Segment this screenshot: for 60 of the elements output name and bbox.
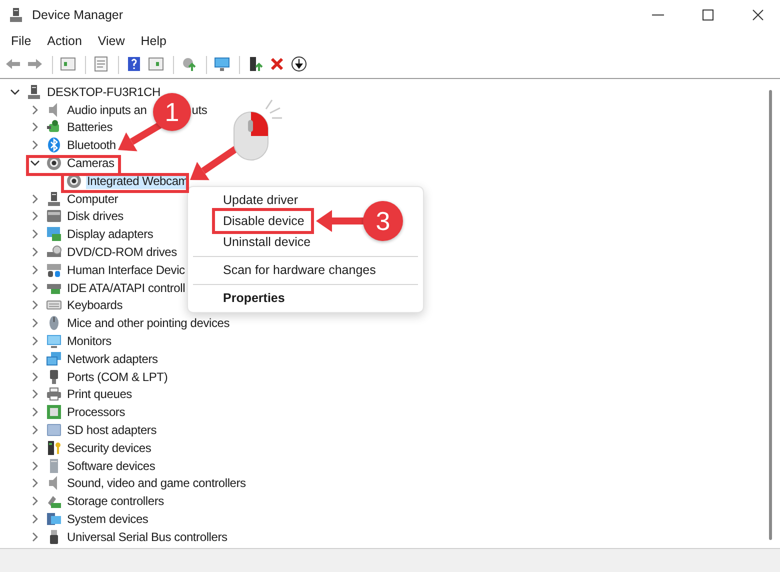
scrollbar[interactable] bbox=[769, 90, 772, 540]
storage-controller-icon bbox=[46, 493, 62, 510]
tree-item[interactable]: Keyboards bbox=[66, 297, 124, 314]
tree-item[interactable]: Display adapters bbox=[66, 226, 154, 242]
tree-item[interactable]: Ports (COM & LPT) bbox=[66, 368, 169, 385]
monitor-icon bbox=[46, 333, 62, 350]
printer-icon bbox=[46, 386, 62, 402]
maximize-icon[interactable] bbox=[700, 7, 716, 23]
tree-item[interactable]: Disk drives bbox=[66, 208, 124, 224]
tree-item[interactable]: Batteries bbox=[66, 119, 114, 136]
tree-item[interactable]: Universal Serial Bus controllers bbox=[66, 528, 228, 544]
menu-item[interactable]: File bbox=[3, 32, 40, 50]
close-icon[interactable] bbox=[750, 7, 766, 23]
computer-icon bbox=[26, 84, 42, 100]
input-device-icon bbox=[46, 262, 62, 278]
menu-item[interactable]: Action bbox=[39, 32, 90, 50]
tree-item[interactable]: Human Interface Devic bbox=[66, 262, 186, 278]
mouse-drawing bbox=[234, 99, 283, 160]
tree-item[interactable]: Print queues bbox=[66, 386, 133, 402]
card-reader-icon bbox=[46, 422, 62, 438]
display-adapter-icon bbox=[46, 226, 62, 242]
computer-icon bbox=[46, 190, 62, 207]
tree-item[interactable]: IDE ATA/ATAPI controll bbox=[66, 280, 186, 296]
download-icon[interactable] bbox=[291, 56, 309, 74]
tree-item[interactable]: Storage controllers bbox=[66, 493, 165, 510]
menu-item[interactable]: Update driver bbox=[223, 190, 298, 211]
menu-item[interactable]: Help bbox=[132, 32, 174, 50]
tree-item[interactable]: Software devices bbox=[66, 458, 156, 474]
tree-item[interactable]: Network adapters bbox=[66, 350, 159, 367]
window-title: Device Manager bbox=[32, 6, 124, 24]
menu-item[interactable]: Uninstall device bbox=[223, 232, 311, 253]
tree-item[interactable]: Mice and other pointing devices bbox=[66, 315, 231, 332]
menu-item[interactable]: View bbox=[90, 32, 133, 50]
tree-item[interactable]: Cameras bbox=[66, 155, 116, 172]
tree-item[interactable]: Bluetooth bbox=[66, 137, 117, 154]
system-folder-icon bbox=[46, 511, 62, 528]
menu-item[interactable]: Scan for hardware changes bbox=[223, 260, 376, 281]
camera-icon bbox=[46, 155, 62, 172]
tree-item[interactable]: Security devices bbox=[66, 440, 152, 456]
tree-item[interactable]: Computer bbox=[66, 190, 120, 207]
tree-item[interactable]: SD host adapters bbox=[66, 422, 158, 438]
arrow bbox=[316, 210, 366, 232]
arrow bbox=[118, 122, 162, 152]
device-manager-icon bbox=[8, 7, 24, 23]
bluetooth-icon bbox=[46, 137, 62, 154]
processor-icon bbox=[46, 404, 62, 420]
enable-device-icon[interactable] bbox=[247, 56, 265, 74]
tree-item[interactable]: Sound, video and game controllers bbox=[66, 475, 247, 492]
tree-item[interactable]: Audio inputs an bbox=[66, 102, 148, 118]
tree-item[interactable]: DVD/CD-ROM drives bbox=[66, 244, 178, 260]
network-icon bbox=[46, 350, 62, 367]
tree-item[interactable]: Monitors bbox=[66, 333, 112, 350]
tree-item[interactable]: Processors bbox=[66, 404, 126, 420]
tree-item-text: uts bbox=[192, 102, 208, 119]
disk-drive-icon bbox=[46, 208, 62, 224]
menu-item[interactable]: Properties bbox=[223, 288, 285, 309]
scan-monitor-icon[interactable] bbox=[214, 56, 232, 74]
menu-item[interactable]: Disable device bbox=[223, 211, 304, 232]
tree-item[interactable]: System devices bbox=[66, 511, 150, 528]
key-icon bbox=[46, 440, 62, 456]
